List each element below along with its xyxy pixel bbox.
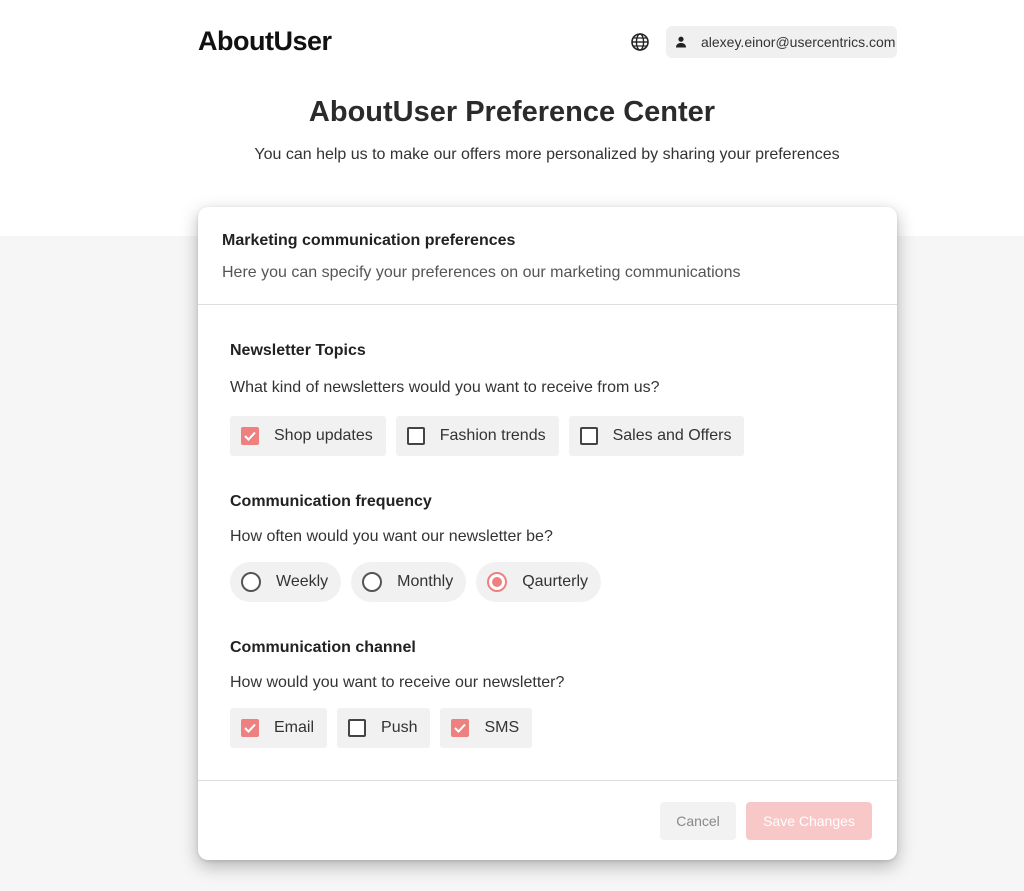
checkbox-unchecked-icon[interactable] [406, 427, 425, 445]
option-label: SMS [484, 719, 520, 736]
option-label: Fashion trends [439, 427, 546, 444]
preferences-card: Marketing communication preferences Here… [198, 207, 897, 860]
section-communication-channel: Communication channel How would you want… [230, 639, 564, 748]
option-push[interactable]: Push [337, 708, 431, 748]
option-label: Weekly [276, 573, 329, 590]
option-group: Shop updates Fashion trends Sales and Of… [230, 416, 745, 456]
option-label: Email [274, 719, 315, 736]
option-email[interactable]: Email [230, 708, 328, 748]
top-bar: AboutUser alexey.einor@usercentrics.com [198, 24, 897, 60]
checkbox-checked-icon[interactable] [451, 719, 470, 737]
card-footer: Cancel Save Changes [198, 780, 897, 860]
option-fashion-trends[interactable]: Fashion trends [395, 416, 559, 456]
checkbox-checked-icon[interactable] [241, 427, 259, 445]
option-sms[interactable]: SMS [440, 708, 533, 748]
card-title: Marketing communication preferences [222, 232, 516, 249]
section-question: How would you want to receive our newsle… [230, 674, 565, 691]
option-group: Weekly Monthly Qaurterly [230, 562, 601, 602]
option-shop-updates[interactable]: Shop updates [230, 416, 386, 456]
option-weekly[interactable]: Weekly [230, 562, 342, 602]
user-account-button[interactable]: alexey.einor@usercentrics.com [666, 26, 897, 58]
option-label: Monthly [397, 573, 454, 590]
section-title: Communication channel [230, 639, 416, 656]
user-email: alexey.einor@usercentrics.com [701, 34, 896, 50]
page-subtitle: You can help us to make our offers more … [254, 146, 840, 163]
save-changes-button[interactable]: Save Changes [746, 802, 872, 840]
person-icon [676, 36, 686, 48]
section-title: Newsletter Topics [230, 342, 366, 359]
cancel-button[interactable]: Cancel [660, 802, 736, 840]
option-label: Push [381, 719, 418, 736]
checkbox-unchecked-icon[interactable] [579, 427, 598, 445]
section-title: Communication frequency [230, 493, 432, 510]
radio-selected-icon[interactable] [487, 572, 508, 592]
option-group: Email Push SMS [230, 708, 564, 748]
section-question: What kind of newsletters would you want … [230, 379, 660, 396]
checkbox-checked-icon[interactable] [241, 719, 259, 737]
section-communication-frequency: Communication frequency How often would … [230, 493, 601, 602]
radio-unselected-icon[interactable] [241, 572, 261, 592]
option-label: Sales and Offers [612, 427, 732, 444]
logo[interactable]: AboutUser [198, 26, 332, 57]
option-label: Shop updates [274, 427, 373, 444]
card-header: Marketing communication preferences Here… [198, 207, 897, 305]
globe-icon[interactable] [630, 32, 650, 52]
section-question: How often would you want our newsletter … [230, 528, 553, 545]
radio-unselected-icon[interactable] [362, 572, 383, 592]
option-monthly[interactable]: Monthly [351, 562, 467, 602]
page-title: AboutUser Preference Center [308, 96, 716, 128]
option-quarterly[interactable]: Qaurterly [476, 562, 601, 602]
option-sales-and-offers[interactable]: Sales and Offers [568, 416, 745, 456]
checkbox-unchecked-icon[interactable] [348, 719, 367, 737]
card-description: Here you can specify your preferences on… [222, 264, 741, 281]
section-newsletter-topics: Newsletter Topics What kind of newslette… [230, 342, 745, 456]
option-label: Qaurterly [522, 573, 588, 590]
